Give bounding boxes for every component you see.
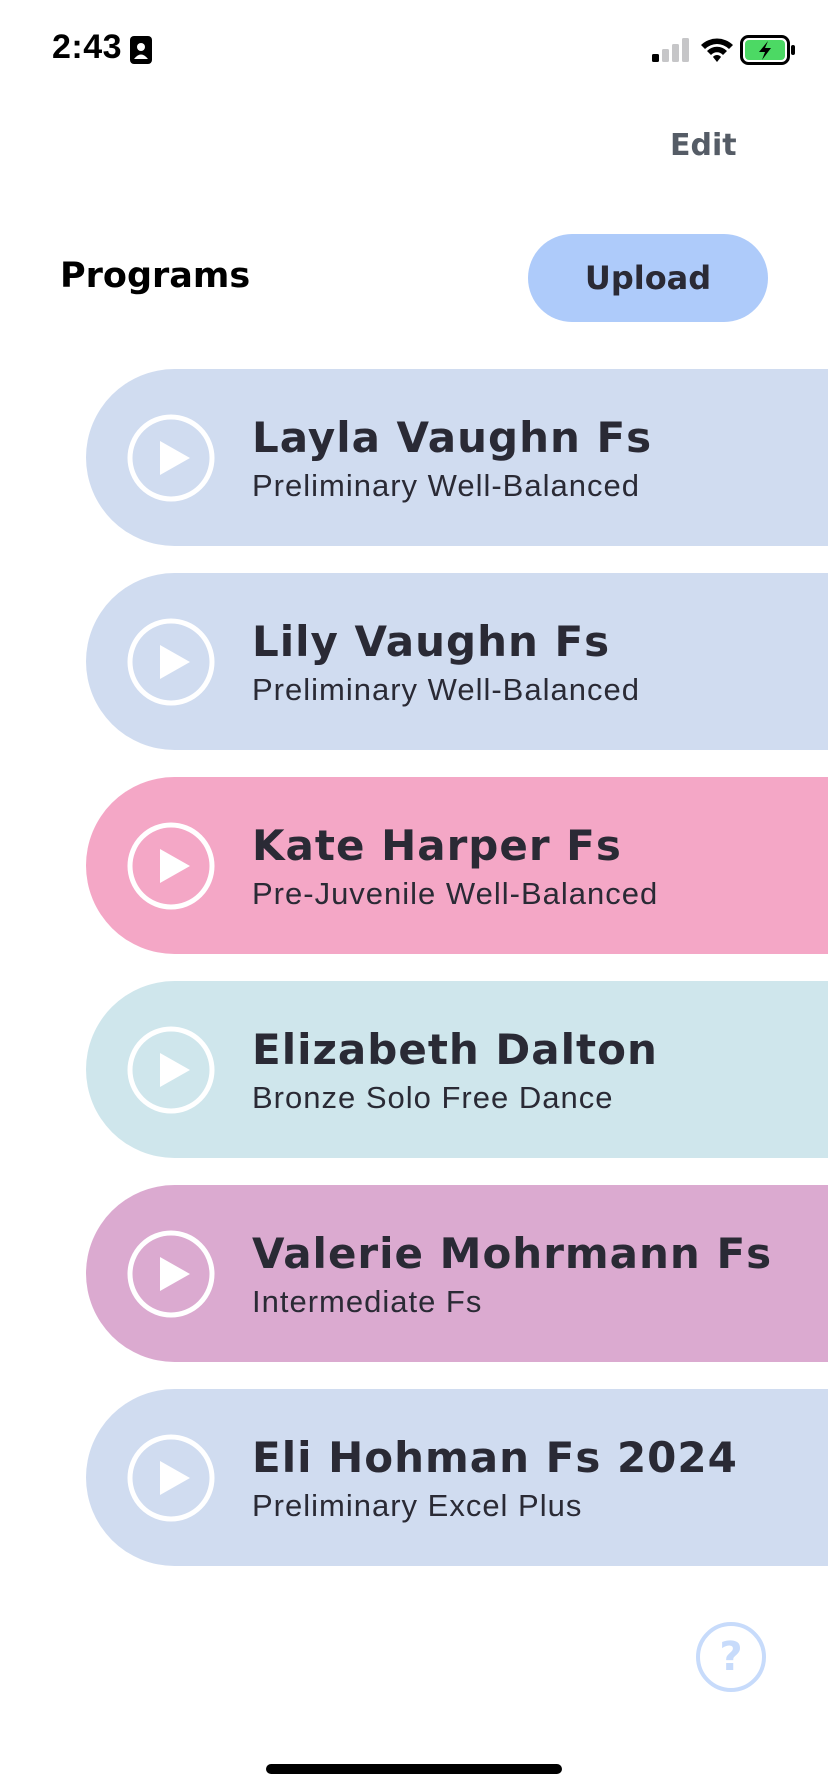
status-bar: 2:43 bbox=[0, 0, 828, 100]
program-text: Valerie Mohrmann Fs Intermediate Fs bbox=[252, 1229, 772, 1321]
program-card[interactable]: Eli Hohman Fs 2024 Preliminary Excel Plu… bbox=[86, 1389, 828, 1566]
play-icon[interactable] bbox=[126, 1433, 216, 1523]
program-subtitle: Pre-Juvenile Well-Balanced bbox=[252, 876, 659, 911]
program-name: Lily Vaughn Fs bbox=[252, 617, 611, 666]
program-card[interactable]: Elizabeth Dalton Bronze Solo Free Dance bbox=[86, 981, 828, 1158]
program-card[interactable]: Layla Vaughn Fs Preliminary Well-Balance… bbox=[86, 369, 828, 546]
program-subtitle: Intermediate Fs bbox=[252, 1284, 483, 1319]
program-subtitle: Preliminary Well-Balanced bbox=[252, 468, 640, 503]
edit-button[interactable]: Edit bbox=[670, 128, 737, 163]
program-name: Valerie Mohrmann Fs bbox=[252, 1229, 773, 1278]
program-name: Elizabeth Dalton bbox=[252, 1025, 658, 1074]
cellular-signal-icon bbox=[652, 38, 689, 62]
status-time: 2:43 bbox=[52, 28, 123, 66]
program-text: Layla Vaughn Fs Preliminary Well-Balance… bbox=[252, 413, 652, 505]
play-icon[interactable] bbox=[126, 1025, 216, 1115]
program-text: Kate Harper Fs Pre-Juvenile Well-Balance… bbox=[252, 821, 658, 913]
help-button[interactable]: ? bbox=[696, 1622, 766, 1692]
program-subtitle: Bronze Solo Free Dance bbox=[252, 1080, 614, 1115]
program-name: Kate Harper Fs bbox=[252, 821, 622, 870]
program-list: Layla Vaughn Fs Preliminary Well-Balance… bbox=[86, 369, 828, 1593]
program-name: Layla Vaughn Fs bbox=[252, 413, 653, 462]
program-text: Lily Vaughn Fs Preliminary Well-Balanced bbox=[252, 617, 640, 709]
play-icon[interactable] bbox=[126, 821, 216, 911]
wifi-icon bbox=[701, 38, 733, 62]
program-card[interactable]: Lily Vaughn Fs Preliminary Well-Balanced bbox=[86, 573, 828, 750]
page-title: Programs bbox=[60, 256, 251, 296]
program-subtitle: Preliminary Excel Plus bbox=[252, 1488, 583, 1523]
program-card[interactable]: Valerie Mohrmann Fs Intermediate Fs bbox=[86, 1185, 828, 1362]
upload-button[interactable]: Upload bbox=[528, 234, 768, 322]
battery-charging-icon bbox=[740, 35, 795, 65]
program-card[interactable]: Kate Harper Fs Pre-Juvenile Well-Balance… bbox=[86, 777, 828, 954]
person-badge-icon bbox=[130, 36, 152, 64]
home-indicator[interactable] bbox=[266, 1764, 562, 1774]
program-name: Eli Hohman Fs 2024 bbox=[252, 1433, 738, 1482]
program-text: Eli Hohman Fs 2024 Preliminary Excel Plu… bbox=[252, 1433, 738, 1525]
play-icon[interactable] bbox=[126, 1229, 216, 1319]
program-text: Elizabeth Dalton Bronze Solo Free Dance bbox=[252, 1025, 658, 1117]
program-subtitle: Preliminary Well-Balanced bbox=[252, 672, 640, 707]
play-icon[interactable] bbox=[126, 617, 216, 707]
help-icon: ? bbox=[719, 1634, 743, 1680]
play-icon[interactable] bbox=[126, 413, 216, 503]
